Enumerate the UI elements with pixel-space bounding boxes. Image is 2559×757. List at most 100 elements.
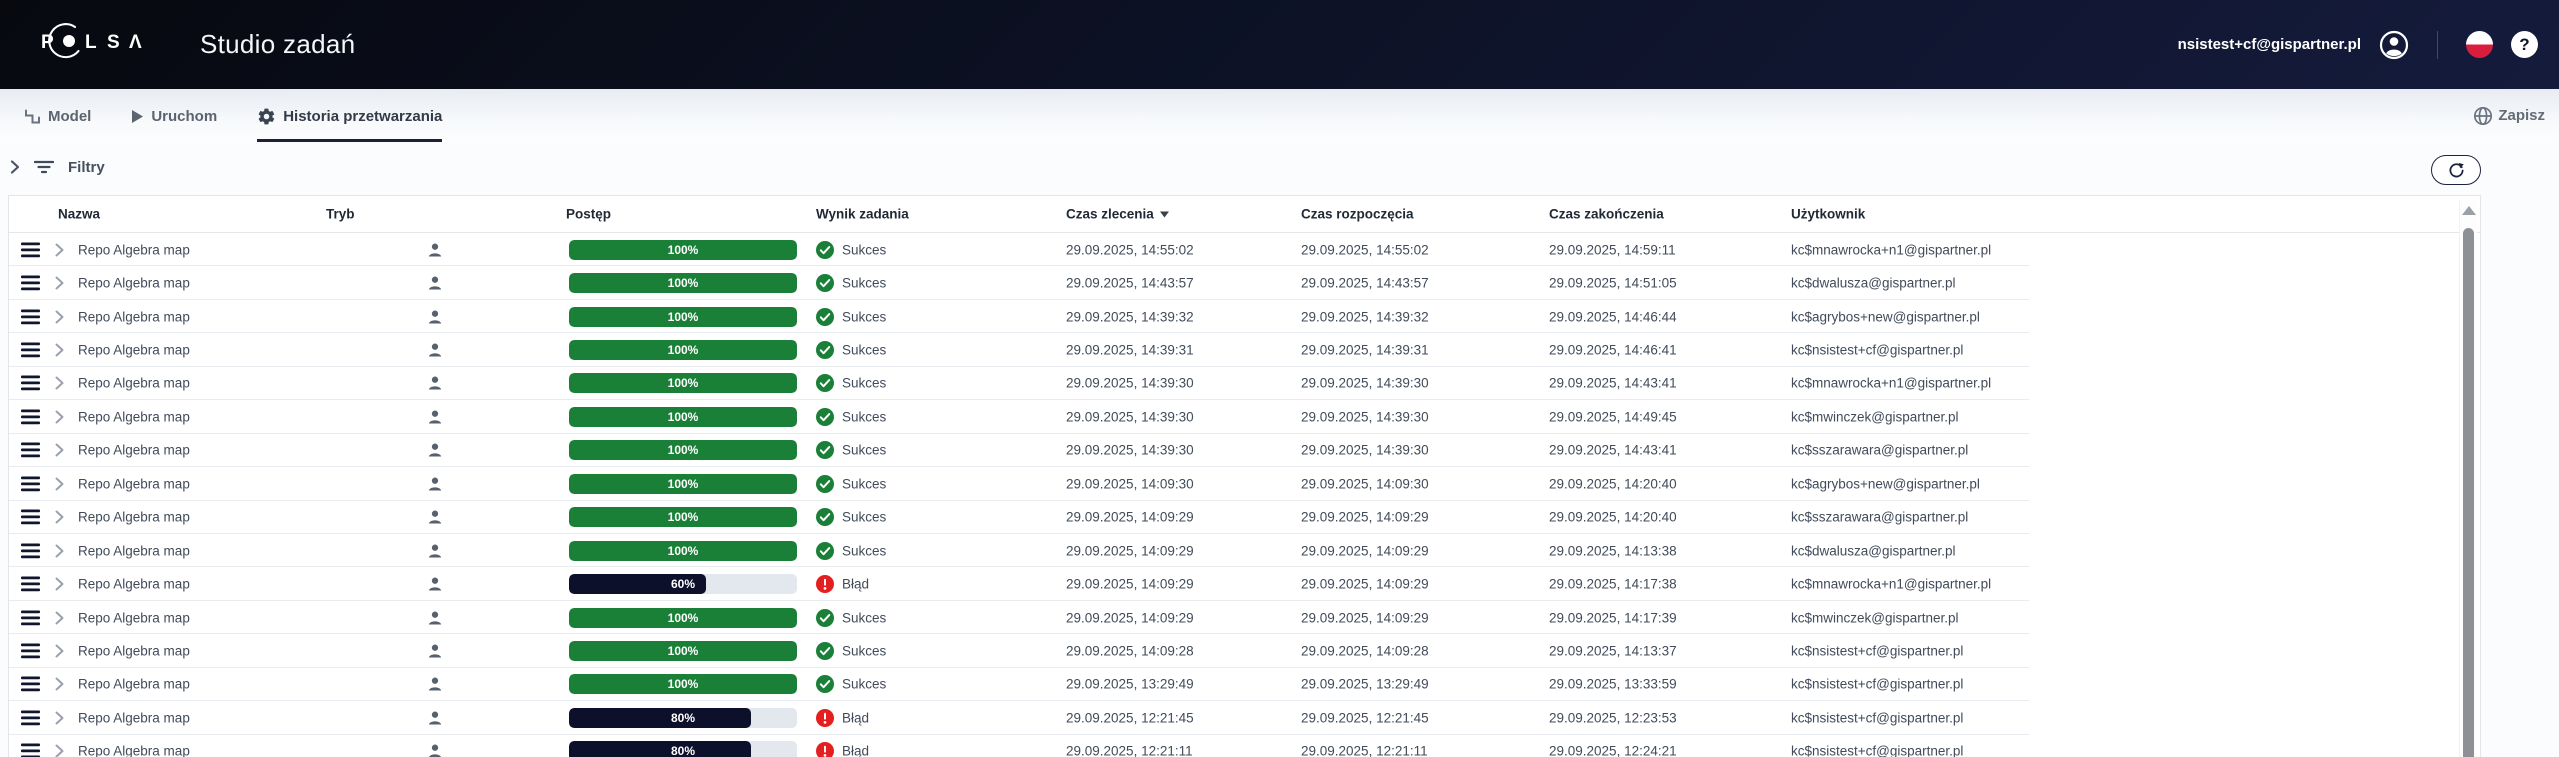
play-icon bbox=[132, 109, 144, 123]
table-row: Repo Algebra map 100% Sukces 29.09.2025,… bbox=[9, 601, 2480, 635]
column-header-label: Czas zlecenia bbox=[1066, 206, 1154, 222]
row-expand-chevron-icon[interactable] bbox=[55, 644, 64, 658]
scrollbar-thumb[interactable] bbox=[2463, 228, 2474, 757]
user-value: kc$nsistest+cf@gispartner.pl bbox=[1791, 342, 1964, 358]
progress-bar: 100% bbox=[569, 540, 797, 561]
user-value: kc$mwinczek@gispartner.pl bbox=[1791, 409, 1959, 425]
column-header-czas-rozpoczecia: Czas rozpoczęcia bbox=[1301, 206, 1414, 222]
row-expand-chevron-icon[interactable] bbox=[55, 577, 64, 591]
progress-label: 100% bbox=[667, 443, 699, 458]
row-menu-icon[interactable] bbox=[21, 509, 40, 525]
row-menu-icon[interactable] bbox=[21, 476, 40, 492]
row-menu-icon[interactable] bbox=[21, 676, 40, 692]
result-label: Sukces bbox=[842, 476, 887, 492]
tab-label: Uruchom bbox=[151, 107, 218, 125]
result-icon bbox=[816, 240, 834, 259]
czas-zlecenia-value: 29.09.2025, 14:39:30 bbox=[1066, 409, 1194, 425]
row-name: Repo Algebra map bbox=[78, 309, 190, 325]
manual-mode-person-icon bbox=[426, 542, 444, 560]
czas-zlecenia-value: 29.09.2025, 12:21:45 bbox=[1066, 710, 1194, 726]
row-expand-chevron-icon[interactable] bbox=[55, 376, 64, 390]
row-name: Repo Algebra map bbox=[78, 509, 190, 525]
filters-toggle[interactable]: Filtry bbox=[10, 150, 105, 184]
tab-historia-przetwarzania[interactable]: Historia przetwarzania bbox=[257, 89, 443, 142]
sort-desc-icon bbox=[1159, 211, 1169, 217]
row-expand-chevron-icon[interactable] bbox=[55, 744, 64, 757]
row-expand-chevron-icon[interactable] bbox=[55, 611, 64, 625]
manual-mode-person-icon bbox=[426, 274, 444, 292]
vertical-scrollbar[interactable] bbox=[2459, 200, 2477, 757]
row-expand-chevron-icon[interactable] bbox=[55, 343, 64, 357]
row-menu-icon[interactable] bbox=[21, 309, 40, 324]
table-row: Repo Algebra map 100% Sukces 29.09.2025,… bbox=[9, 266, 2480, 301]
progress-bar: 80% bbox=[569, 707, 797, 728]
row-menu-icon[interactable] bbox=[21, 643, 40, 659]
czas-zakonczenia-value: 29.09.2025, 14:59:11 bbox=[1549, 242, 1676, 258]
czas-zakonczenia-value: 29.09.2025, 12:23:53 bbox=[1549, 710, 1677, 726]
account-avatar-icon[interactable] bbox=[2379, 30, 2409, 60]
refresh-icon bbox=[2449, 162, 2464, 177]
tab-uruchom[interactable]: Uruchom bbox=[131, 89, 217, 142]
manual-mode-person-icon bbox=[426, 709, 444, 727]
row-menu-icon[interactable] bbox=[21, 375, 40, 391]
refresh-button[interactable] bbox=[2431, 155, 2481, 185]
polish-flag-language-icon[interactable] bbox=[2466, 31, 2493, 58]
czas-rozpoczecia-value: 29.09.2025, 14:39:30 bbox=[1301, 442, 1429, 458]
result-icon bbox=[816, 274, 834, 293]
progress-label: 100% bbox=[667, 242, 699, 257]
row-expand-chevron-icon[interactable] bbox=[55, 310, 64, 324]
row-name: Repo Algebra map bbox=[78, 275, 190, 291]
expand-chevron-icon[interactable] bbox=[10, 159, 20, 175]
czas-rozpoczecia-value: 29.09.2025, 14:09:29 bbox=[1301, 576, 1429, 592]
row-expand-chevron-icon[interactable] bbox=[55, 677, 64, 691]
scroll-up-arrow-icon[interactable] bbox=[2461, 206, 2476, 215]
row-expand-chevron-icon[interactable] bbox=[55, 276, 64, 290]
row-expand-chevron-icon[interactable] bbox=[55, 510, 64, 524]
row-expand-chevron-icon[interactable] bbox=[55, 477, 64, 491]
table-row: Repo Algebra map 100% Sukces 29.09.2025,… bbox=[9, 367, 2480, 401]
czas-rozpoczecia-value: 29.09.2025, 14:39:31 bbox=[1301, 342, 1429, 358]
tab-model[interactable]: Model bbox=[24, 89, 91, 142]
row-menu-icon[interactable] bbox=[21, 242, 40, 258]
czas-rozpoczecia-value: 29.09.2025, 14:39:30 bbox=[1301, 375, 1429, 391]
column-header-wynik-zadania: Wynik zadania bbox=[816, 206, 909, 222]
user-value: kc$agrybos+new@gispartner.pl bbox=[1791, 476, 1980, 492]
row-menu-icon[interactable] bbox=[21, 576, 40, 592]
row-expand-chevron-icon[interactable] bbox=[55, 544, 64, 558]
row-menu-icon[interactable] bbox=[21, 442, 40, 458]
row-expand-chevron-icon[interactable] bbox=[55, 443, 64, 457]
filters-label: Filtry bbox=[68, 158, 105, 176]
save-button[interactable]: Zapisz bbox=[2473, 89, 2545, 142]
czas-zlecenia-value: 29.09.2025, 14:43:57 bbox=[1066, 275, 1194, 291]
row-menu-icon[interactable] bbox=[21, 342, 40, 358]
row-expand-chevron-icon[interactable] bbox=[55, 711, 64, 725]
row-expand-chevron-icon[interactable] bbox=[55, 243, 64, 257]
column-header-czas-zlecenia[interactable]: Czas zlecenia bbox=[1066, 207, 1169, 222]
czas-rozpoczecia-value: 29.09.2025, 14:09:29 bbox=[1301, 509, 1429, 525]
czas-zlecenia-value: 29.09.2025, 14:09:28 bbox=[1066, 643, 1194, 659]
row-menu-icon[interactable] bbox=[21, 610, 40, 625]
table-row: Repo Algebra map 60% Błąd 29.09.2025, 14… bbox=[9, 567, 2480, 602]
table-row: Repo Algebra map 100% Sukces 29.09.2025,… bbox=[9, 400, 2480, 435]
row-menu-icon[interactable] bbox=[21, 409, 40, 425]
table-row: Repo Algebra map 100% Sukces 29.09.2025,… bbox=[9, 233, 2480, 267]
studio-zadan-page: P L S Λ Studio zadań nsistest+cf@gispart… bbox=[0, 0, 2559, 757]
help-icon[interactable]: ? bbox=[2511, 31, 2538, 58]
manual-mode-person-icon bbox=[426, 475, 444, 493]
user-value: kc$mnawrocka+n1@gispartner.pl bbox=[1791, 242, 1992, 258]
row-menu-icon[interactable] bbox=[21, 275, 40, 291]
result-icon bbox=[816, 374, 834, 393]
row-menu-icon[interactable] bbox=[21, 710, 40, 726]
result-label: Sukces bbox=[842, 242, 887, 258]
table-row: Repo Algebra map 100% Sukces 29.09.2025,… bbox=[9, 634, 2480, 669]
czas-zlecenia-value: 29.09.2025, 13:29:49 bbox=[1066, 676, 1194, 692]
row-menu-icon[interactable] bbox=[21, 743, 40, 757]
row-menu-icon[interactable] bbox=[21, 543, 40, 558]
czas-zlecenia-value: 29.09.2025, 14:09:29 bbox=[1066, 509, 1194, 525]
user-value: kc$mnawrocka+n1@gispartner.pl bbox=[1791, 576, 1992, 592]
row-expand-chevron-icon[interactable] bbox=[55, 410, 64, 424]
czas-zlecenia-value: 29.09.2025, 14:39:30 bbox=[1066, 442, 1194, 458]
czas-zakonczenia-value: 29.09.2025, 14:13:37 bbox=[1549, 643, 1677, 659]
error-exclamation-icon bbox=[816, 742, 834, 757]
progress-label: 100% bbox=[667, 309, 699, 324]
